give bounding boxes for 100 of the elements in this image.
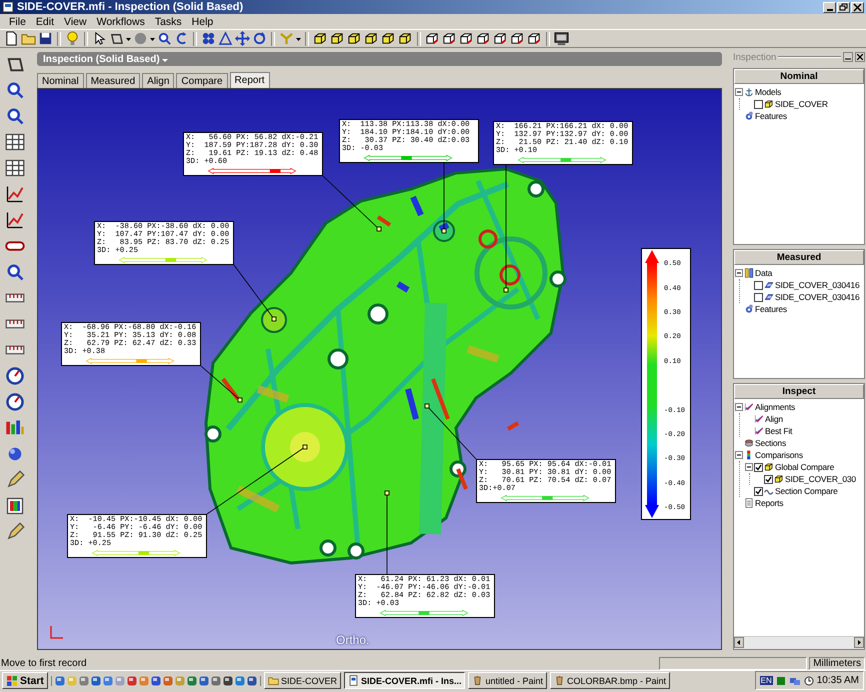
tree-item[interactable]: Sections [755, 438, 786, 448]
checkbox[interactable] [754, 280, 763, 290]
checkbox[interactable] [754, 100, 763, 108]
tree-toggle[interactable] [735, 451, 743, 459]
magnifier-icon[interactable] [5, 80, 25, 100]
tab[interactable]: Align [142, 73, 174, 88]
tree-item[interactable]: Comparisons [755, 450, 803, 460]
monitor-icon[interactable] [554, 31, 569, 46]
tree-toggle[interactable] [735, 88, 743, 96]
network-icon[interactable] [788, 676, 801, 686]
refresh-icon[interactable] [252, 31, 267, 46]
triangle-icon[interactable] [218, 31, 233, 46]
cube-outline-icon[interactable] [476, 31, 491, 46]
gauge-icon[interactable] [5, 392, 25, 412]
checkbox[interactable] [754, 292, 763, 302]
tree-item[interactable]: Best Fit [765, 426, 792, 436]
taskbar-button[interactable]: SIDE-COVER [264, 672, 341, 689]
app-icon[interactable] [150, 676, 161, 686]
tree-item[interactable]: SIDE_COVER_030416 [775, 292, 860, 302]
minimize-button[interactable] [843, 52, 853, 62]
rotate-icon[interactable] [174, 31, 189, 46]
grid-icon[interactable] [5, 132, 25, 152]
magnifier-icon[interactable] [5, 106, 25, 126]
app-icon[interactable] [222, 676, 233, 686]
cube-outline-icon[interactable] [527, 31, 542, 46]
cube-outline-icon[interactable] [493, 31, 508, 46]
cube-icon[interactable] [381, 31, 396, 46]
app-icon[interactable] [54, 676, 65, 686]
tree-toggle[interactable] [735, 403, 743, 411]
magnifier-icon[interactable] [5, 262, 25, 282]
menu-item[interactable]: View [59, 16, 92, 28]
menu-item[interactable]: File [4, 16, 31, 28]
app-icon[interactable] [198, 676, 209, 686]
horizontal-scrollbar[interactable] [734, 636, 864, 649]
app-icon[interactable] [126, 676, 137, 686]
pencil-icon[interactable] [5, 522, 25, 542]
tab[interactable]: Measured [86, 73, 140, 88]
tree-item[interactable]: Features [755, 304, 787, 314]
tree-toggle[interactable] [735, 269, 743, 277]
gauge-icon[interactable] [5, 366, 25, 386]
tree-item[interactable]: SIDE_COVER_030416 [775, 280, 860, 290]
tab[interactable]: Compare [176, 73, 228, 88]
tree-item[interactable]: SIDE_COVER [775, 99, 828, 109]
checkbox[interactable] [754, 486, 763, 496]
cube-outline-icon[interactable] [425, 31, 440, 46]
cube-outline-icon[interactable] [442, 31, 457, 46]
cube-outline-icon[interactable] [510, 31, 525, 46]
menu-item[interactable]: Workflows [92, 16, 150, 28]
cube-icon[interactable] [313, 31, 328, 46]
tree-item[interactable]: Models [755, 87, 782, 97]
move-icon[interactable] [235, 31, 250, 46]
taskbar-button[interactable]: SIDE-COVER.mfi - Ins... [344, 672, 466, 689]
panel-title: Inspection [733, 52, 776, 62]
tree-item[interactable]: Alignments [755, 402, 796, 412]
taskbar-button[interactable]: untitled - Paint [468, 672, 548, 689]
clock-icon[interactable] [804, 676, 814, 686]
taskbar-button[interactable]: COLORBAR.bmp - Paint [550, 672, 670, 689]
menu-item[interactable]: Help [186, 16, 218, 28]
palette-icon[interactable] [5, 496, 25, 516]
restore-button[interactable] [837, 2, 850, 12]
tab[interactable]: Nominal [37, 73, 84, 88]
save-icon[interactable] [38, 31, 53, 46]
language-indicator[interactable]: EN [760, 676, 773, 685]
scroll-left-icon[interactable] [734, 637, 744, 648]
search-icon[interactable] [157, 31, 172, 46]
cube-icon[interactable] [330, 31, 345, 46]
tree-item[interactable]: SIDE_COVER_030 [785, 474, 856, 484]
chart-icon[interactable] [5, 184, 25, 204]
menu-item[interactable]: Tasks [150, 16, 187, 28]
app-icon[interactable] [246, 676, 257, 686]
tree-item[interactable]: Align [765, 414, 783, 424]
new-document-icon[interactable] [4, 31, 19, 46]
scroll-right-icon[interactable] [854, 637, 864, 648]
tree-item[interactable]: Reports [755, 498, 784, 508]
tree-item[interactable]: Data [755, 268, 772, 278]
chart-icon[interactable] [5, 210, 25, 230]
tab[interactable]: Report [230, 72, 270, 88]
checkbox[interactable] [764, 474, 773, 484]
cube-outline-icon[interactable] [459, 31, 474, 46]
app-icon[interactable] [186, 676, 197, 686]
cube-icon[interactable] [347, 31, 362, 46]
cube-icon[interactable] [364, 31, 379, 46]
close-button[interactable] [855, 52, 865, 62]
cube-icon[interactable] [398, 31, 413, 46]
app-icon[interactable] [234, 676, 245, 686]
tree-item[interactable]: Global Compare [775, 462, 834, 472]
dots-icon[interactable] [201, 31, 216, 46]
app-icon[interactable] [90, 676, 101, 686]
square-icon[interactable] [776, 676, 786, 686]
tree-item[interactable]: Section Compare [775, 486, 838, 496]
tree-toggle[interactable] [745, 463, 753, 471]
pencil-icon[interactable] [5, 470, 25, 490]
shape-icon[interactable] [109, 31, 124, 46]
menu-item[interactable]: Edit [30, 16, 60, 28]
tree-item[interactable]: Features [755, 111, 787, 121]
lightbulb-icon[interactable] [65, 31, 80, 46]
app-icon[interactable] [210, 676, 221, 686]
grid-icon[interactable] [5, 158, 25, 178]
start-button[interactable]: Start [2, 672, 48, 689]
checkbox[interactable] [754, 462, 763, 472]
